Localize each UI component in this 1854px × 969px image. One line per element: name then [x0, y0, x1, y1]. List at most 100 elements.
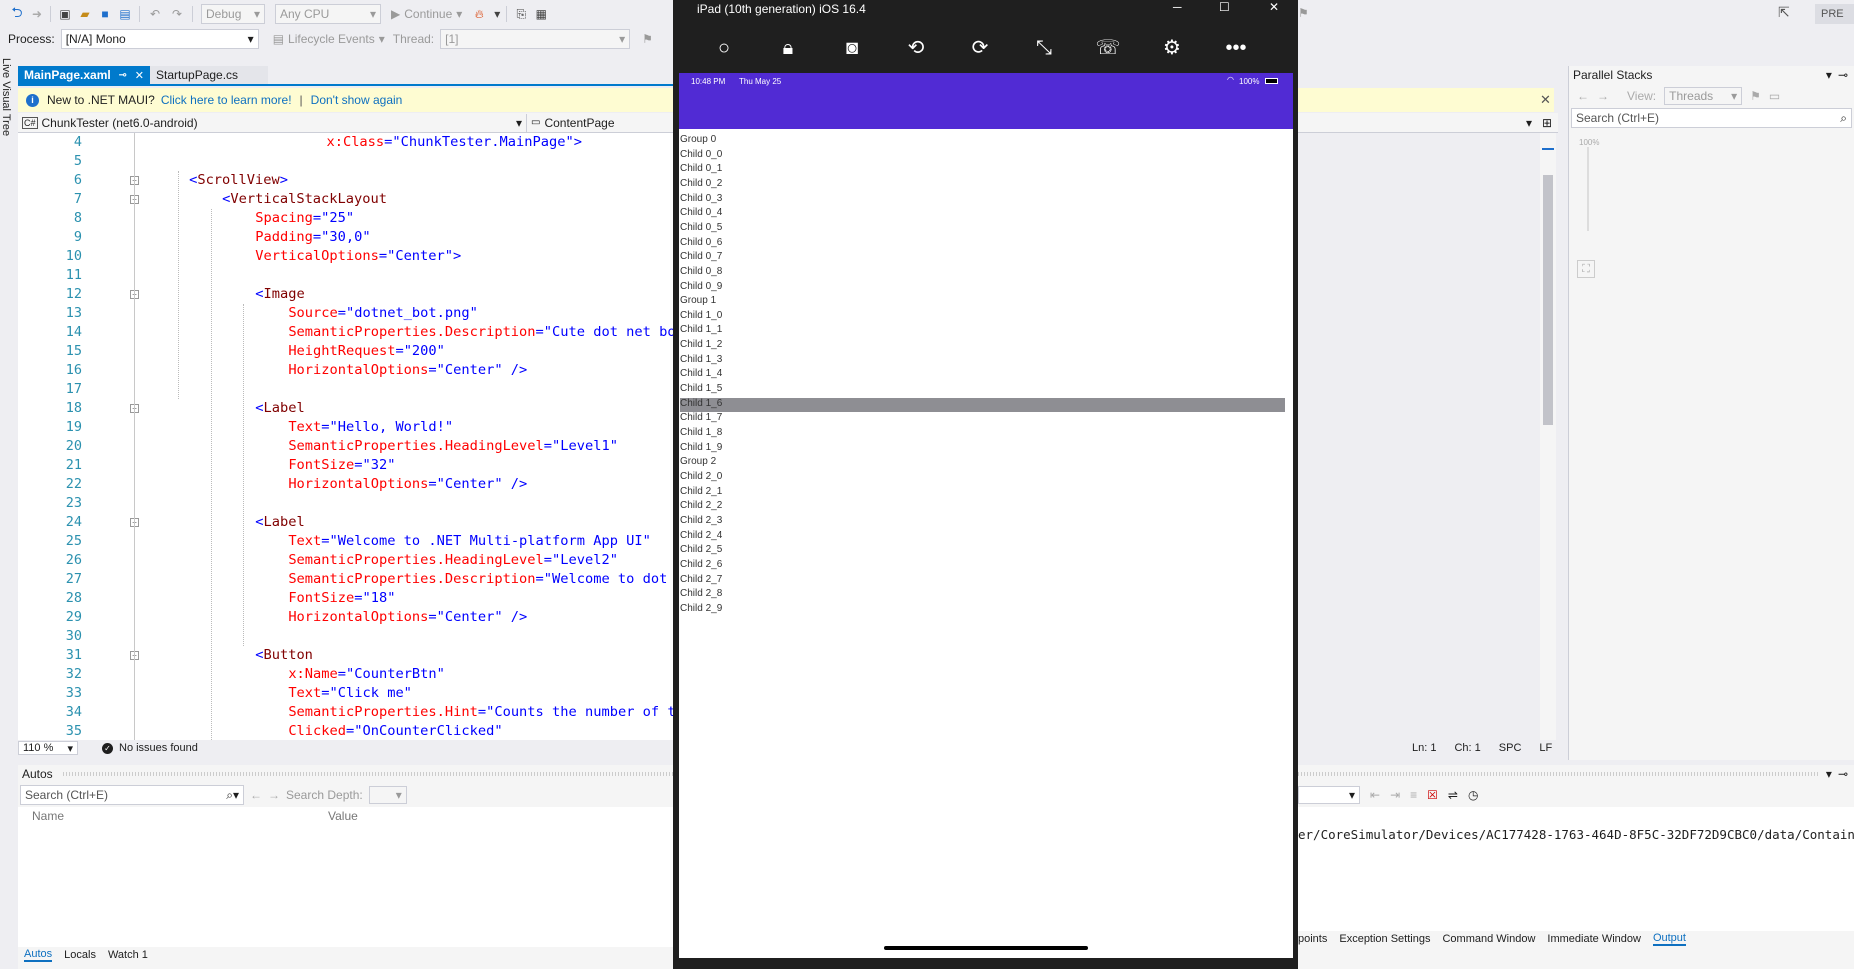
more-icon[interactable]: •••	[1223, 36, 1249, 60]
clear-icon[interactable]: ☒	[1427, 788, 1438, 802]
code-line[interactable]: 12− <Image	[18, 285, 676, 304]
code-line[interactable]: 31− <Button	[18, 646, 676, 665]
hot-reload-icon[interactable]: 🔥︎	[466, 7, 492, 22]
code-line[interactable]: 23	[18, 494, 676, 513]
code-line[interactable]: 25 Text="Welcome to .NET Multi-platform A…	[18, 532, 676, 551]
shake-icon[interactable]: ⤡	[1031, 36, 1057, 60]
code-line[interactable]: 22 HorizontalOptions="Center" />	[18, 475, 676, 494]
code-editor[interactable]: 4 x:Class="ChunkTester.MainPage"> 5 6− <Scro…	[18, 133, 676, 740]
list-item[interactable]: Child 0_0	[680, 149, 1285, 164]
view-select[interactable]: Threads ▾	[1664, 87, 1743, 105]
code-line[interactable]: 34 SemanticProperties.Hint="Counts the nu…	[18, 703, 676, 722]
pin-icon[interactable]: ⊸	[1838, 767, 1848, 781]
code-line[interactable]: 20 SemanticProperties.HeadingLevel="Level…	[18, 437, 676, 456]
list-item[interactable]: Child 2_4	[680, 530, 1285, 545]
learn-more-link[interactable]: Click here to learn more!	[161, 93, 292, 107]
list-item[interactable]: Child 1_0	[680, 310, 1285, 325]
list-item[interactable]: Group 2	[680, 456, 1285, 471]
dont-show-again-link[interactable]: Don't show again	[311, 93, 403, 107]
forward-icon[interactable]: →	[1597, 89, 1609, 103]
list-item[interactable]: Child 1_7	[680, 412, 1285, 427]
live-visual-tree-tab[interactable]: Live Visual Tree	[0, 58, 14, 178]
minimize-icon[interactable]: ─	[1173, 0, 1182, 14]
list-item[interactable]: Child 0_5	[680, 222, 1285, 237]
list-item[interactable]: Child 0_7	[680, 251, 1285, 266]
list-item[interactable]: Child 1_3	[680, 354, 1285, 369]
redo-icon[interactable]: ↷	[166, 7, 188, 21]
code-line[interactable]: 33 Text="Click me"	[18, 684, 676, 703]
tab-output[interactable]: Output	[1652, 932, 1686, 946]
rotate-right-icon[interactable]: ⟳	[967, 36, 993, 60]
continue-button[interactable]: ▶ Continue ▾	[391, 7, 462, 21]
editor-scrollbar[interactable]	[1540, 133, 1556, 740]
tab-autos[interactable]: Autos	[24, 948, 53, 962]
forward-icon[interactable]: ➜	[28, 7, 46, 21]
tab-exception-settings[interactable]: Exception Settings	[1339, 933, 1430, 945]
screenshot-icon[interactable]: ◙	[839, 36, 865, 60]
list-item[interactable]: Child 0_6	[680, 237, 1285, 252]
pin-icon[interactable]: ⊸	[119, 70, 127, 81]
list-item[interactable]: Child 2_3	[680, 515, 1285, 530]
list-item[interactable]: Child 2_1	[680, 486, 1285, 501]
zoom-select[interactable]: 110 % ▾	[18, 741, 78, 755]
save-icon[interactable]: ■	[95, 7, 115, 21]
parallel-search-input[interactable]: Search (Ctrl+E)	[1576, 111, 1659, 125]
code-line[interactable]: 7− <VerticalStackLayout	[18, 190, 676, 209]
home-icon[interactable]: ○	[711, 36, 737, 60]
code-line[interactable]: 27 SemanticProperties.Description="Welcom…	[18, 570, 676, 589]
list-item[interactable]: Child 1_5	[680, 383, 1285, 398]
column-name[interactable]: Name	[18, 809, 328, 823]
code-line[interactable]: 19 Text="Hello, World!"	[18, 418, 676, 437]
home-indicator[interactable]	[884, 946, 1088, 950]
code-line[interactable]: 16 HorizontalOptions="Center" />	[18, 361, 676, 380]
list-item[interactable]: Group 0	[680, 134, 1285, 149]
close-icon[interactable]: ✕	[135, 69, 144, 82]
tab-mainpage-xaml[interactable]: MainPage.xaml ⊸ ✕	[18, 66, 150, 84]
code-line[interactable]: 13 Source="dotnet_bot.png"	[18, 304, 676, 323]
chevron-down-icon[interactable]: ▾	[379, 32, 385, 46]
tab-breakpoints[interactable]: points	[1298, 933, 1327, 945]
indent-icon[interactable]: ≡	[1410, 788, 1417, 802]
list-item[interactable]: Group 1	[680, 295, 1285, 310]
code-line[interactable]: 26 SemanticProperties.HeadingLevel="Level…	[18, 551, 676, 570]
preview-badge[interactable]: PRE	[1815, 4, 1854, 24]
back-icon[interactable]: ⮌	[6, 2, 28, 26]
wrap-icon[interactable]: ⇌	[1448, 788, 1458, 802]
output-source-select[interactable]: ▾	[1298, 786, 1360, 804]
maximize-icon[interactable]: ☐	[1219, 0, 1230, 14]
search-icon[interactable]: ⌕	[1840, 111, 1847, 126]
process-select[interactable]: [N/A] Mono ▾	[60, 29, 259, 49]
list-item[interactable]: Child 0_8	[680, 266, 1285, 281]
code-line[interactable]: 10 VerticalOptions="Center">	[18, 247, 676, 266]
flag-icon[interactable]: ⚑	[642, 32, 653, 46]
chevron-down-icon[interactable]: ▾	[1826, 767, 1832, 781]
list-item[interactable]: Child 2_6	[680, 559, 1285, 574]
list-item[interactable]: Child 2_8	[680, 588, 1285, 603]
list-item[interactable]: Child 1_1	[680, 324, 1285, 339]
code-line[interactable]: 8 Spacing="25"	[18, 209, 676, 228]
list-item[interactable]: Child 1_4	[680, 368, 1285, 383]
code-line[interactable]: 9 Padding="30,0"	[18, 228, 676, 247]
layout-icon[interactable]: ▭	[1769, 89, 1780, 103]
code-line[interactable]: 18− <Label	[18, 399, 676, 418]
list-item[interactable]: Child 2_7	[680, 574, 1285, 589]
fit-icon[interactable]: ⛶	[1577, 260, 1595, 278]
code-line[interactable]: 30	[18, 627, 676, 646]
column-value[interactable]: Value	[328, 809, 358, 823]
list-item[interactable]: Child 0_1	[680, 163, 1285, 178]
code-line[interactable]: 6− <ScrollView>	[18, 171, 676, 190]
back-icon[interactable]: ←	[250, 788, 262, 802]
chevron-down-icon[interactable]: ▾	[492, 7, 502, 21]
list-item[interactable]: Child 0_4	[680, 207, 1285, 222]
save-all-icon[interactable]: ▤	[115, 7, 135, 21]
configuration-select[interactable]: Debug ▾	[201, 4, 265, 24]
lock-icon[interactable]: 🔒︎	[775, 36, 801, 60]
tab-locals[interactable]: Locals	[64, 949, 96, 961]
live-share-icon[interactable]: ⇱	[1778, 4, 1790, 21]
undo-icon[interactable]: ↶	[144, 7, 166, 21]
tab-startuppage-cs[interactable]: StartupPage.cs	[150, 66, 268, 84]
list-item[interactable]: Child 1_9	[680, 442, 1285, 457]
tab-command-window[interactable]: Command Window	[1442, 933, 1535, 945]
code-line[interactable]: 11	[18, 266, 676, 285]
code-line[interactable]: 15 HeightRequest="200"	[18, 342, 676, 361]
